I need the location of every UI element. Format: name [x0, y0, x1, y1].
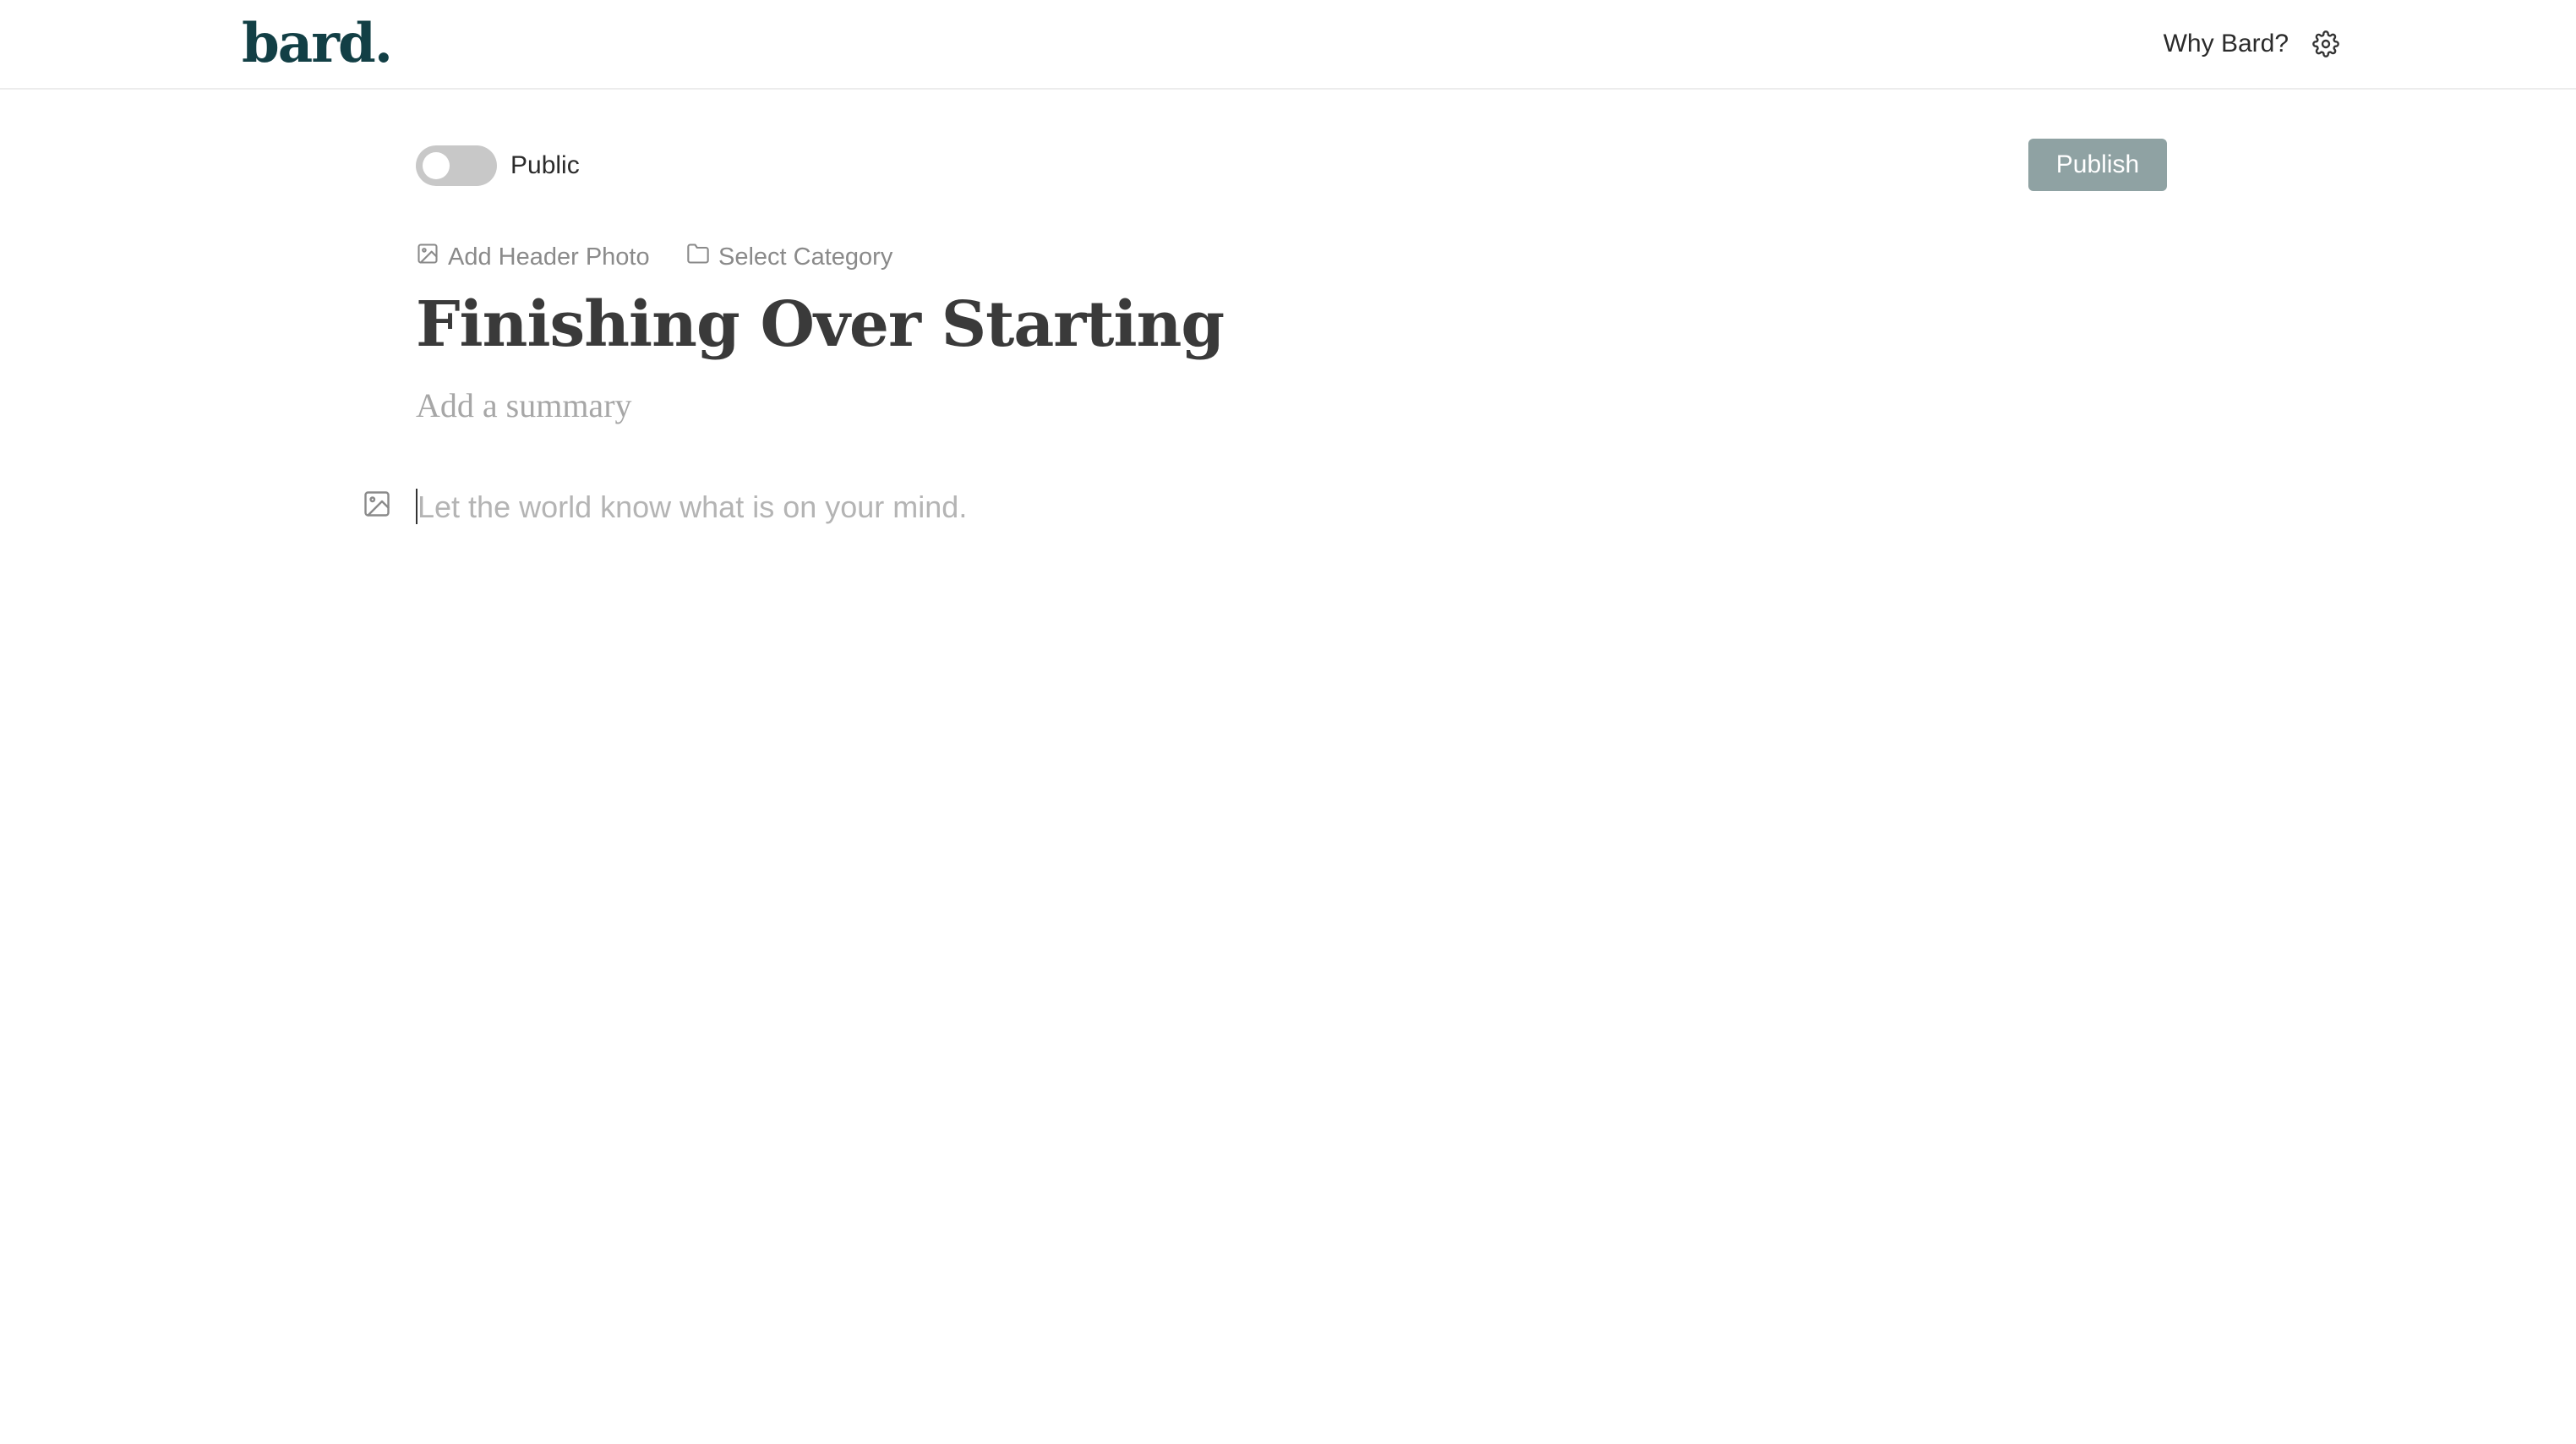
post-body-editor[interactable]: Let the world know what is on your mind.: [418, 489, 967, 526]
post-title-input[interactable]: Finishing Over Starting: [416, 282, 1225, 367]
gear-icon[interactable]: [2312, 30, 2339, 57]
image-icon[interactable]: [362, 489, 392, 519]
select-category-button[interactable]: Select Category: [686, 240, 892, 274]
add-header-photo-label: Add Header Photo: [448, 243, 650, 271]
public-toggle-label: Public: [510, 151, 580, 179]
add-header-photo-button[interactable]: Add Header Photo: [416, 240, 650, 274]
select-category-label: Select Category: [718, 243, 893, 271]
bard-logo[interactable]: bard.: [242, 8, 393, 79]
publish-button[interactable]: Publish: [2028, 139, 2167, 191]
folder-icon: [686, 242, 710, 272]
top-nav-bar: bard. Why Bard?: [0, 0, 2576, 90]
toggle-knob: [423, 152, 450, 179]
public-toggle-switch[interactable]: [416, 145, 497, 186]
image-icon: [416, 242, 439, 272]
summary-input[interactable]: Add a summary: [416, 382, 632, 429]
why-bard-link[interactable]: Why Bard?: [2164, 27, 2289, 61]
